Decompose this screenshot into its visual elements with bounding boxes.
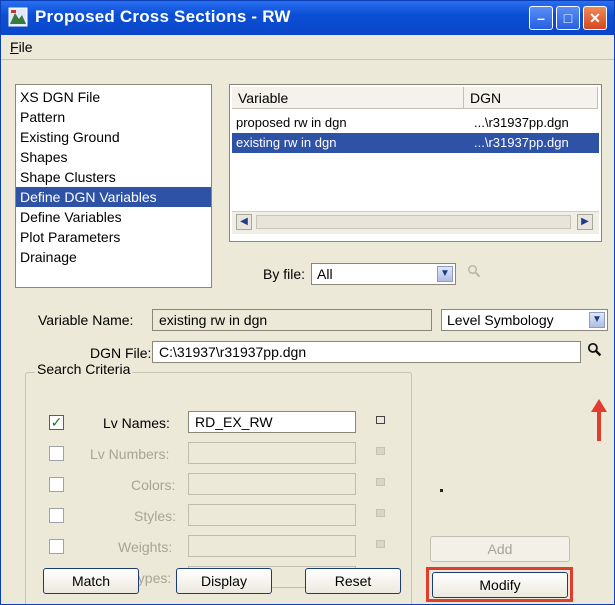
weights-picker-button[interactable] — [376, 540, 388, 550]
window-title: Proposed Cross Sections - RW — [35, 7, 291, 26]
weights-field[interactable] — [188, 535, 356, 557]
lv-numbers-picker-button[interactable] — [376, 447, 388, 457]
colors-field[interactable] — [188, 473, 356, 495]
level-symbology-value: Level Symbology — [447, 312, 554, 328]
minimize-button[interactable]: – — [529, 6, 553, 30]
colors-picker-button[interactable] — [376, 478, 388, 488]
magnifier-icon[interactable] — [587, 342, 602, 357]
checkmark-icon: ✓ — [50, 414, 63, 430]
scroll-right-button[interactable]: ▶ — [577, 214, 593, 230]
dgn-file-label: DGN File: — [90, 345, 152, 361]
sidebar-item-shapes[interactable]: Shapes — [16, 147, 211, 167]
maximize-icon: □ — [563, 10, 573, 26]
lv-names-checkbox[interactable]: ✓ — [49, 415, 64, 430]
dgn-file-value: C:\31937\r31937pp.dgn — [159, 344, 307, 360]
variable-name-label: Variable Name: — [38, 312, 134, 328]
close-button[interactable]: ✕ — [583, 6, 607, 30]
lv-numbers-checkbox[interactable] — [49, 446, 64, 461]
weights-label: Weights: — [118, 539, 173, 555]
scroll-left-button[interactable]: ◀ — [236, 214, 252, 230]
menu-file[interactable]: File — [10, 39, 33, 55]
colors-label: Colors: — [131, 477, 176, 493]
match-button[interactable]: Match — [43, 568, 139, 594]
dgn-file-field[interactable]: C:\31937\r31937pp.dgn — [152, 341, 581, 363]
reset-button[interactable]: Reset — [305, 568, 401, 594]
sidebar-item-define-dgn-variables[interactable]: Define DGN Variables — [16, 187, 211, 207]
display-button[interactable]: Display — [176, 568, 272, 594]
chevron-down-icon[interactable]: ▼ — [437, 266, 453, 282]
column-header-dgn[interactable]: DGN — [464, 87, 598, 109]
sidebar-item-plot-parameters[interactable]: Plot Parameters — [16, 227, 211, 247]
menu-bar: File — [1, 35, 614, 60]
sidebar-item-drainage[interactable]: Drainage — [16, 247, 211, 267]
by-file-label: By file: — [263, 266, 306, 282]
sidebar-item-pattern[interactable]: Pattern — [16, 107, 211, 127]
lv-names-value: RD_EX_RW — [195, 414, 273, 430]
magnifier-icon[interactable] — [467, 264, 481, 278]
add-button[interactable]: Add — [430, 536, 570, 562]
chevron-down-icon[interactable]: ▼ — [589, 312, 605, 328]
picker-icon — [376, 478, 385, 486]
lv-numbers-field[interactable] — [188, 442, 356, 464]
colors-checkbox[interactable] — [49, 477, 64, 492]
category-list[interactable]: XS DGN File Pattern Existing Ground Shap… — [15, 84, 212, 288]
chevron-left-icon: ◀ — [240, 216, 248, 227]
lv-numbers-label: Lv Numbers: — [90, 446, 170, 462]
column-header-variable[interactable]: Variable — [232, 87, 464, 109]
sidebar-item-xs-dgn-file[interactable]: XS DGN File — [16, 87, 211, 107]
styles-field[interactable] — [188, 504, 356, 526]
by-file-value: All — [317, 266, 333, 282]
table-row[interactable]: proposed rw in dgn ...\r31937pp.dgn — [232, 113, 599, 133]
variable-name-field[interactable]: existing rw in dgn — [152, 309, 432, 331]
sidebar-item-existing-ground[interactable]: Existing Ground — [16, 127, 211, 147]
by-file-select[interactable]: All ▼ — [311, 263, 456, 285]
styles-picker-button[interactable] — [376, 509, 388, 519]
scroll-thumb[interactable] — [256, 215, 571, 229]
chevron-right-icon: ▶ — [581, 216, 589, 227]
table-cell-variable: existing rw in dgn — [236, 135, 337, 150]
lv-names-field[interactable]: RD_EX_RW — [188, 411, 356, 433]
red-up-arrow-icon — [591, 399, 607, 441]
horizontal-scrollbar[interactable]: ◀ ▶ — [232, 211, 599, 234]
dialog-window: Proposed Cross Sections - RW – □ ✕ File … — [0, 0, 615, 605]
weights-checkbox[interactable] — [49, 539, 64, 554]
level-symbology-select[interactable]: Level Symbology ▼ — [441, 309, 608, 331]
variables-table[interactable]: Variable DGN proposed rw in dgn ...\r319… — [229, 84, 602, 242]
menu-file-mnemonic: F — [10, 39, 19, 55]
styles-checkbox[interactable] — [49, 508, 64, 523]
sidebar-item-define-variables[interactable]: Define Variables — [16, 207, 211, 227]
modify-highlight-annotation — [426, 567, 573, 602]
table-cell-dgn: ...\r31937pp.dgn — [474, 115, 569, 130]
sidebar-item-shape-clusters[interactable]: Shape Clusters — [16, 167, 211, 187]
title-bar[interactable]: Proposed Cross Sections - RW – □ ✕ — [1, 1, 614, 35]
minimize-icon: – — [537, 10, 545, 26]
menu-file-rest: ile — [18, 39, 33, 55]
lv-names-label: Lv Names: — [103, 415, 170, 431]
lv-names-picker-button[interactable] — [376, 416, 388, 426]
styles-label: Styles: — [134, 508, 177, 524]
cross-section-app-icon — [8, 7, 28, 27]
variable-name-value: existing rw in dgn — [159, 312, 268, 328]
picker-icon — [376, 416, 385, 424]
close-icon: ✕ — [589, 10, 601, 26]
table-row-selected[interactable]: existing rw in dgn ...\r31937pp.dgn — [232, 133, 599, 153]
table-cell-variable: proposed rw in dgn — [236, 115, 347, 130]
table-cell-dgn: ...\r31937pp.dgn — [474, 135, 569, 150]
search-criteria-title: Search Criteria — [35, 361, 133, 377]
speck-mark — [440, 489, 443, 492]
maximize-button[interactable]: □ — [556, 6, 580, 30]
picker-icon — [376, 509, 385, 517]
picker-icon — [376, 447, 385, 455]
picker-icon — [376, 540, 385, 548]
